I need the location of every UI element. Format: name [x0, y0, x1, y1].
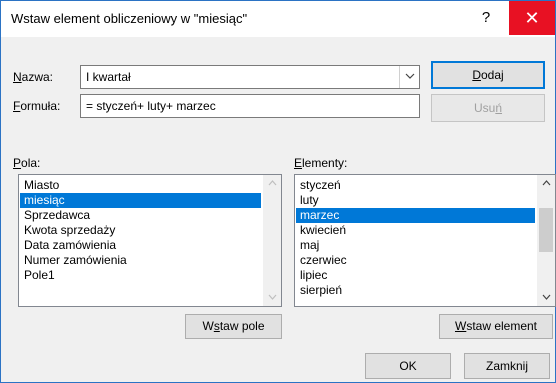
list-item[interactable]: maj — [296, 238, 535, 253]
name-combobox[interactable]: I kwartał — [80, 65, 420, 89]
elements-list-items: styczeń luty marzec kwiecień maj czerwiec lipi… — [296, 178, 535, 298]
add-button[interactable]: Dodaj — [431, 61, 545, 89]
elements-scrollbar[interactable] — [537, 175, 555, 306]
fields-scrollbar[interactable] — [263, 175, 281, 306]
list-item[interactable]: Data zamówienia — [20, 238, 261, 253]
fields-list-items: Miasto miesiąc Sprzedawca Kwota sprzedaży Da… — [20, 178, 261, 283]
list-item[interactable]: luty — [296, 193, 535, 208]
formula-input[interactable]: = styczeń+ luty+ marzec — [80, 94, 420, 118]
list-item[interactable]: marzec — [296, 208, 535, 223]
list-item[interactable]: Kwota sprzedaży — [20, 223, 261, 238]
remove-button[interactable]: Usuń — [431, 94, 545, 122]
elements-listbox[interactable]: styczeń luty marzec kwiecień maj czerwiec lipi… — [294, 174, 556, 307]
list-item[interactable]: czerwiec — [296, 253, 535, 268]
elements-label: Elementy: — [294, 156, 348, 170]
window-title: Wstaw element obliczeniowy w "miesiąc" — [11, 11, 248, 26]
close-button[interactable]: Zamknij — [464, 353, 550, 379]
help-button[interactable]: ? — [463, 1, 509, 35]
title-bar[interactable]: Wstaw element obliczeniowy w "miesiąc" ?… — [1, 1, 555, 37]
list-item[interactable]: Numer zamówienia — [20, 253, 261, 268]
list-item[interactable]: kwiecień — [296, 223, 535, 238]
fields-listbox[interactable]: Miasto miesiąc Sprzedawca Kwota sprzedaży Da… — [18, 174, 282, 307]
name-label: Nazwa: — [13, 70, 54, 84]
ok-button[interactable]: OK — [365, 353, 451, 379]
close-window-button[interactable]: ✕ — [509, 1, 555, 35]
name-input-value[interactable]: I kwartał — [86, 70, 131, 84]
insert-calculated-item-dialog: Wstaw element obliczeniowy w "miesiąc" ?… — [0, 0, 556, 383]
formula-input-value[interactable]: = styczeń+ luty+ marzec — [86, 99, 216, 113]
fields-label: Pola: — [13, 156, 41, 170]
elements-scrollbar-thumb[interactable] — [539, 207, 553, 252]
list-item[interactable]: Sprzedawca — [20, 208, 261, 223]
list-item[interactable]: lipiec — [296, 268, 535, 283]
scroll-up-arrow-icon[interactable] — [537, 175, 555, 192]
list-item[interactable]: Miasto — [20, 178, 261, 193]
insert-item-button[interactable]: Wstaw element — [439, 314, 553, 339]
list-item[interactable]: Pole1 — [20, 268, 261, 283]
scroll-down-arrow-icon[interactable] — [263, 289, 281, 306]
list-item[interactable]: styczeń — [296, 178, 535, 193]
chevron-down-icon[interactable] — [399, 66, 419, 88]
formula-label: Formuła: — [13, 99, 61, 113]
scroll-up-arrow-icon[interactable] — [263, 175, 281, 192]
list-item[interactable]: miesiąc — [20, 193, 261, 208]
insert-field-button[interactable]: Wstaw pole — [185, 314, 282, 339]
scroll-down-arrow-icon[interactable] — [537, 289, 555, 306]
list-item[interactable]: sierpień — [296, 283, 535, 298]
